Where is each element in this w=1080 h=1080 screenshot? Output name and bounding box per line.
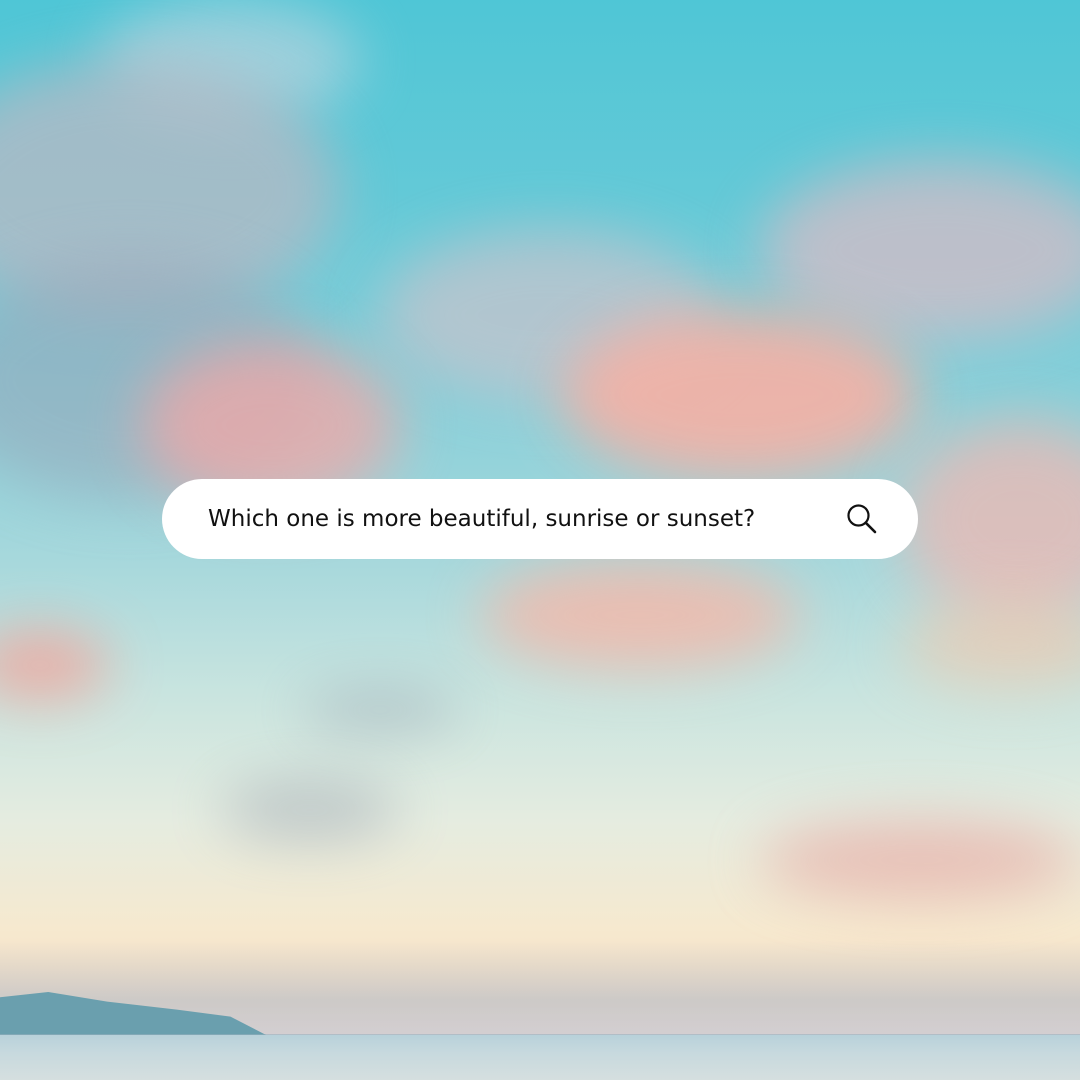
- search-bar[interactable]: Which one is more beautiful, sunrise or …: [162, 479, 918, 559]
- cloud: [900, 600, 1080, 690]
- cloud: [220, 780, 400, 840]
- cloud: [300, 690, 460, 730]
- magnifier-glyph: [847, 504, 877, 534]
- search-icon[interactable]: [844, 501, 880, 537]
- cloud: [760, 820, 1080, 900]
- cloud: [760, 160, 1080, 340]
- cloud: [0, 630, 110, 700]
- cloud: [900, 420, 1080, 620]
- sea: [0, 1035, 1080, 1080]
- search-query-text[interactable]: Which one is more beautiful, sunrise or …: [208, 506, 844, 532]
- cloud: [560, 310, 920, 480]
- cloud: [480, 560, 800, 670]
